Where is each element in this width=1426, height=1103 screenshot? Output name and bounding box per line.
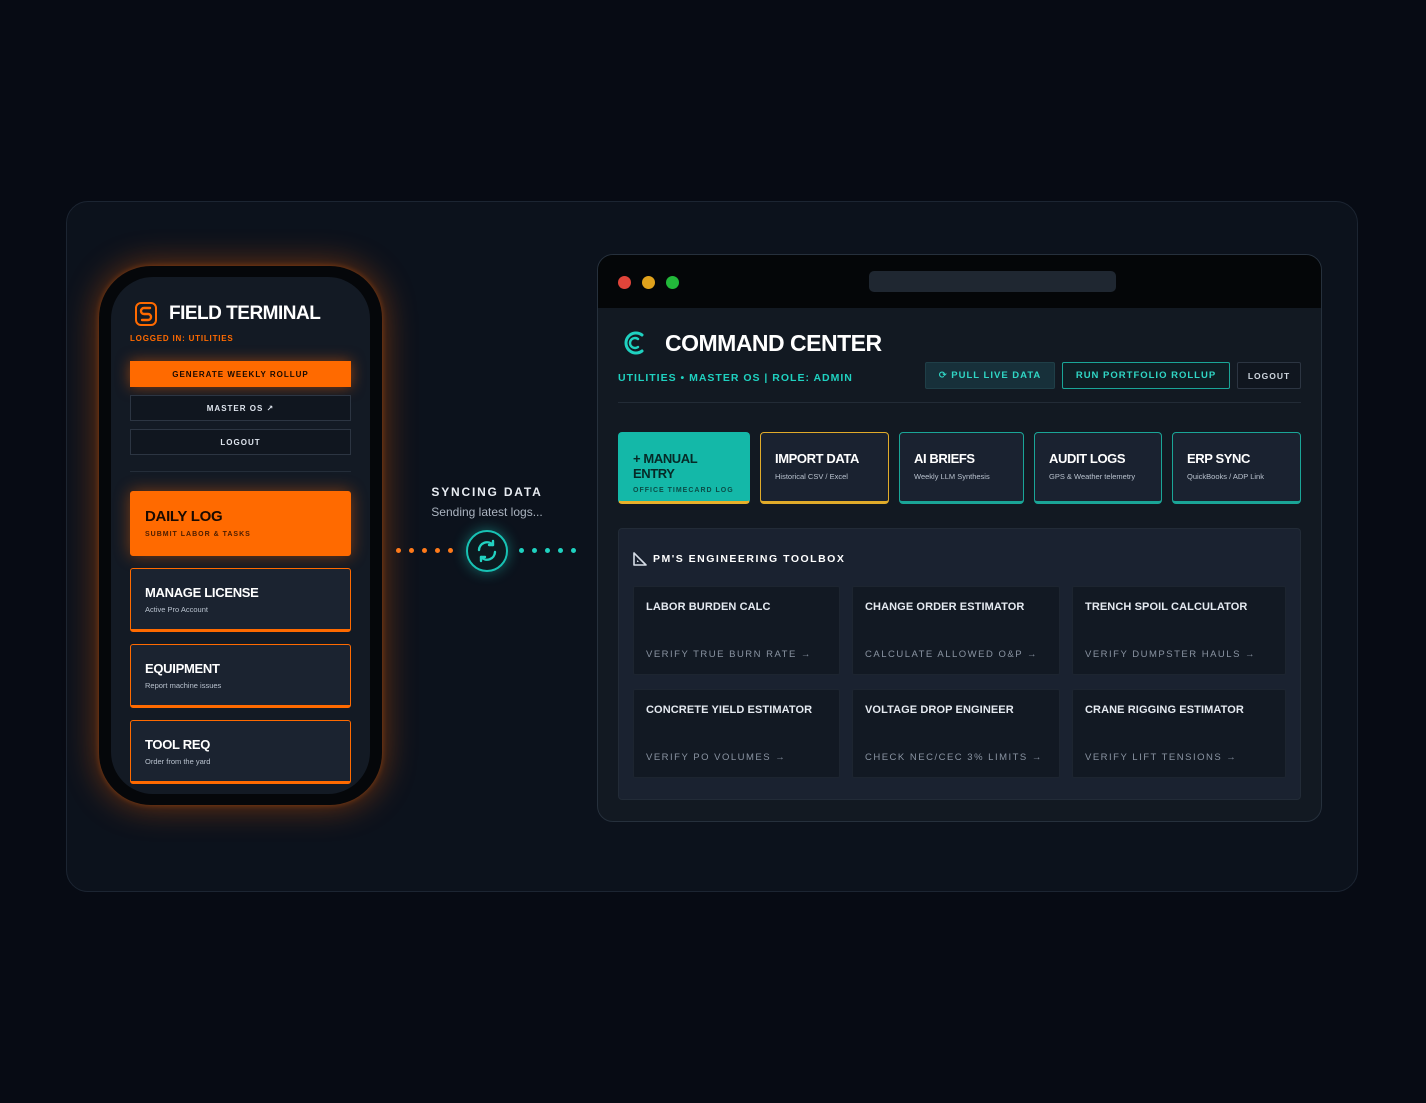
- toolbox-header: PM'S ENGINEERING TOOLBOX: [633, 552, 845, 566]
- sync-dots-left: [396, 548, 453, 553]
- tool-action-link[interactable]: VERIFY LIFT TENSIONS →: [1085, 752, 1237, 763]
- tile-title: AI BRIEFS: [914, 451, 975, 466]
- generate-weekly-rollup-button[interactable]: GENERATE WEEKLY ROLLUP: [130, 361, 351, 387]
- phone-device: FIELD TERMINAL LOGGED IN: UTILITIES GENE…: [99, 266, 382, 805]
- tool-req-card[interactable]: TOOL REQ Order from the yard: [130, 720, 351, 784]
- change-order-estimator-tool[interactable]: CHANGE ORDER ESTIMATOR CALCULATE ALLOWED…: [852, 586, 1060, 675]
- field-terminal-header: FIELD TERMINAL: [135, 302, 351, 326]
- tool-action-link[interactable]: VERIFY TRUE BURN RATE →: [646, 649, 812, 660]
- page-subtitle: UTILITIES • MASTER OS | ROLE: ADMIN: [618, 372, 853, 384]
- tile-subtitle: Weekly LLM Synthesis: [914, 472, 990, 481]
- toolbox-title: PM'S ENGINEERING TOOLBOX: [653, 553, 846, 565]
- voltage-drop-engineer-tool[interactable]: VOLTAGE DROP ENGINEER CHECK NEC/CEC 3% L…: [852, 689, 1060, 778]
- address-bar[interactable]: [869, 271, 1116, 292]
- tile-subtitle: OFFICE TIMECARD LOG: [633, 487, 734, 494]
- card-subtitle: Order from the yard: [145, 757, 211, 766]
- equipment-card[interactable]: EQUIPMENT Report machine issues: [130, 644, 351, 708]
- tile-title: IMPORT DATA: [775, 451, 859, 466]
- tool-action-link[interactable]: VERIFY PO VOLUMES →: [646, 752, 786, 763]
- audit-logs-tile[interactable]: AUDIT LOGS GPS & Weather telemetry: [1034, 432, 1162, 504]
- crane-rigging-estimator-tool[interactable]: CRANE RIGGING ESTIMATOR VERIFY LIFT TENS…: [1072, 689, 1286, 778]
- labor-burden-calc-tool[interactable]: LABOR BURDEN CALC VERIFY TRUE BURN RATE …: [633, 586, 840, 675]
- command-center-header: COMMAND CENTER: [621, 329, 882, 357]
- logged-in-status: LOGGED IN: UTILITIES: [130, 334, 234, 343]
- tile-title: AUDIT LOGS: [1049, 451, 1126, 466]
- window-titlebar: [598, 255, 1321, 308]
- tool-title: CRANE RIGGING ESTIMATOR: [1085, 704, 1244, 716]
- card-title: TOOL REQ: [145, 737, 211, 752]
- sync-label: SYNCING DATA: [431, 485, 543, 499]
- command-center-window: COMMAND CENTER UTILITIES • MASTER OS | R…: [597, 254, 1322, 822]
- concrete-yield-estimator-tool[interactable]: CONCRETE YIELD ESTIMATOR VERIFY PO VOLUM…: [633, 689, 840, 778]
- logout-button[interactable]: LOGOUT: [1237, 362, 1301, 389]
- ai-briefs-tile[interactable]: AI BRIEFS Weekly LLM Synthesis: [899, 432, 1024, 504]
- run-portfolio-rollup-button[interactable]: RUN PORTFOLIO ROLLUP: [1062, 362, 1230, 389]
- header-divider: [618, 402, 1301, 403]
- tool-title: LABOR BURDEN CALC: [646, 601, 771, 613]
- field-terminal-screen: FIELD TERMINAL LOGGED IN: UTILITIES GENE…: [111, 277, 370, 794]
- divider: [130, 471, 351, 472]
- close-window-dot[interactable]: [618, 276, 631, 289]
- erp-sync-tile[interactable]: ERP SYNC QuickBooks / ADP Link: [1172, 432, 1301, 504]
- tile-title: ERP SYNC: [1187, 451, 1251, 466]
- app-title: FIELD TERMINAL: [169, 303, 321, 324]
- tool-title: CHANGE ORDER ESTIMATOR: [865, 601, 1025, 613]
- card-title: DAILY LOG: [145, 508, 223, 525]
- sync-dots-right: [519, 548, 576, 553]
- set-square-icon: [633, 552, 647, 566]
- maximize-window-dot[interactable]: [666, 276, 679, 289]
- tool-action-link[interactable]: VERIFY DUMPSTER HAULS →: [1085, 649, 1256, 660]
- manual-entry-tile[interactable]: + MANUAL ENTRY OFFICE TIMECARD LOG: [618, 432, 750, 504]
- master-os-button[interactable]: MASTER OS ↗: [130, 395, 351, 421]
- tool-title: CONCRETE YIELD ESTIMATOR: [646, 704, 813, 716]
- card-title: MANAGE LICENSE: [145, 585, 259, 600]
- tile-subtitle: QuickBooks / ADP Link: [1187, 472, 1264, 481]
- import-data-tile[interactable]: IMPORT DATA Historical CSV / Excel: [760, 432, 889, 504]
- tile-title: + MANUAL ENTRY: [633, 451, 698, 481]
- tool-title: VOLTAGE DROP ENGINEER: [865, 704, 1014, 716]
- tool-action-link[interactable]: CALCULATE ALLOWED O&P →: [865, 649, 1038, 660]
- card-subtitle: Report machine issues: [145, 681, 222, 690]
- manage-license-card[interactable]: MANAGE LICENSE Active Pro Account: [130, 568, 351, 632]
- tile-subtitle: Historical CSV / Excel: [775, 472, 848, 481]
- field-terminal-logo-icon: [135, 302, 157, 326]
- minimize-window-dot[interactable]: [642, 276, 655, 289]
- card-title: EQUIPMENT: [145, 661, 220, 676]
- sync-icon: [466, 530, 508, 572]
- card-subtitle: Active Pro Account: [145, 605, 208, 614]
- logout-button[interactable]: LOGOUT: [130, 429, 351, 455]
- trench-spoil-calculator-tool[interactable]: TRENCH SPOIL CALCULATOR VERIFY DUMPSTER …: [1072, 586, 1286, 675]
- tile-subtitle: GPS & Weather telemetry: [1049, 472, 1136, 481]
- page-title: COMMAND CENTER: [665, 329, 882, 356]
- pull-live-data-button[interactable]: ⟳ PULL LIVE DATA: [925, 362, 1055, 389]
- tool-action-link[interactable]: CHECK NEC/CEC 3% LIMITS →: [865, 752, 1043, 763]
- command-center-logo-icon: [624, 331, 644, 355]
- tool-title: TRENCH SPOIL CALCULATOR: [1085, 601, 1248, 613]
- sync-status: Sending latest logs...: [431, 505, 543, 519]
- card-subtitle: SUBMIT LABOR & TASKS: [145, 531, 251, 538]
- engineering-toolbox: PM'S ENGINEERING TOOLBOX LABOR BURDEN CA…: [618, 528, 1301, 800]
- daily-log-card[interactable]: DAILY LOG SUBMIT LABOR & TASKS: [130, 491, 351, 556]
